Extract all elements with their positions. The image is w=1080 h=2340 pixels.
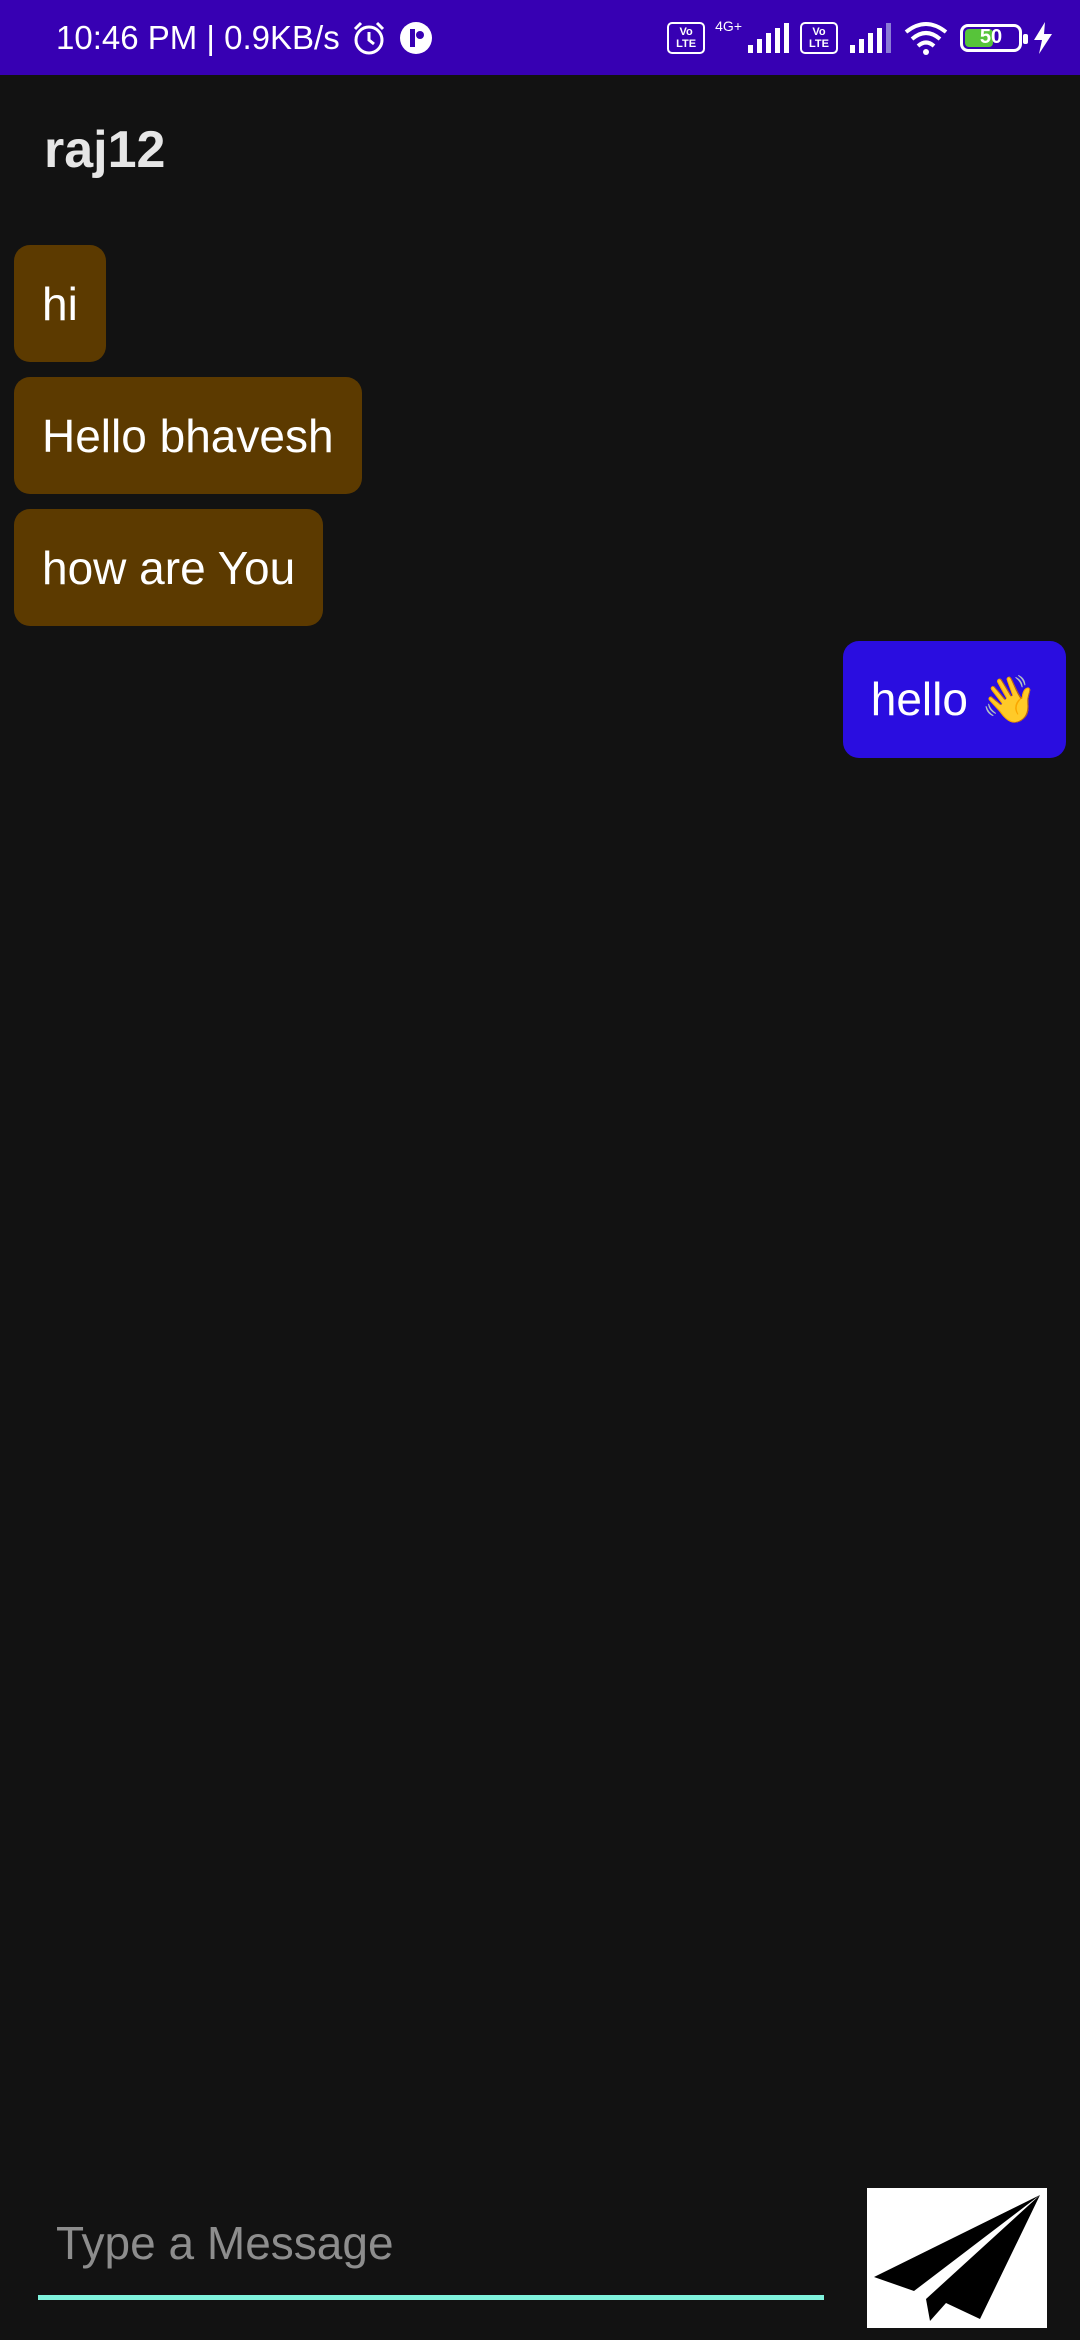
alarm-icon bbox=[350, 19, 388, 57]
message-bubble-incoming: Hello bhavesh bbox=[14, 377, 362, 494]
chat-title: raj12 bbox=[44, 121, 166, 179]
status-right: Vo LTE 4G+ Vo LTE 50 bbox=[667, 0, 1054, 75]
signal-icon-2 bbox=[848, 22, 892, 53]
send-button[interactable] bbox=[867, 2188, 1047, 2328]
status-bar: 10:46 PM | 0.9KB/s Vo LTE 4G+ Vo LTE 50 bbox=[0, 0, 1080, 75]
message-bubble-incoming: hi bbox=[14, 245, 106, 362]
battery-icon: 50 bbox=[960, 23, 1028, 52]
app-icon bbox=[398, 20, 434, 56]
status-left: 10:46 PM | 0.9KB/s bbox=[56, 0, 434, 75]
message-bubble-incoming: how are You bbox=[14, 509, 324, 626]
status-time: 10:46 PM | 0.9KB/s bbox=[56, 18, 340, 56]
volte-badge-2: Vo LTE bbox=[800, 21, 838, 54]
network-type: 4G+ bbox=[715, 17, 742, 34]
signal-icon bbox=[746, 22, 790, 53]
message-bubble-outgoing: hello 👋 bbox=[842, 641, 1066, 758]
volte-badge: Vo LTE bbox=[667, 21, 706, 54]
wifi-icon bbox=[902, 20, 950, 56]
charging-icon bbox=[1032, 21, 1054, 54]
paper-plane-icon bbox=[874, 2195, 1040, 2321]
message-input[interactable] bbox=[38, 2190, 824, 2300]
